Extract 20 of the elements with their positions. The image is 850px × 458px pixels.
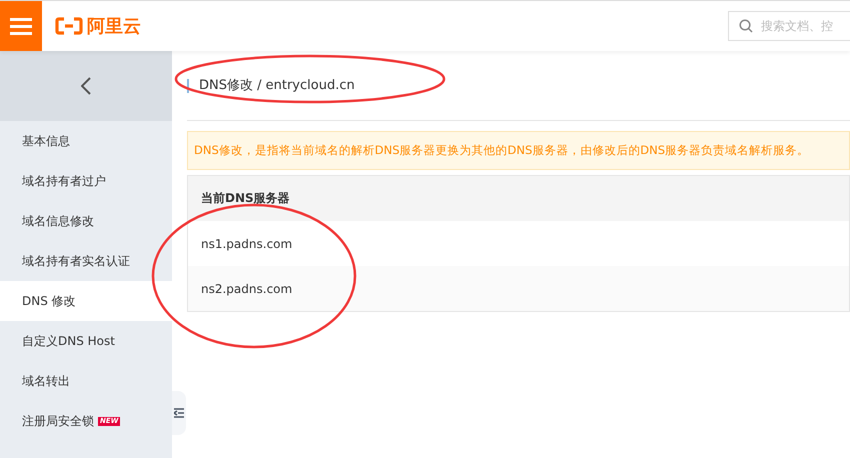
sidebar-item[interactable]: 域名持有者实名认证 bbox=[0, 241, 172, 281]
sidebar-item[interactable]: 域名转出 bbox=[0, 361, 172, 401]
sidebar-toggle-handle[interactable] bbox=[172, 391, 186, 435]
menu-button[interactable] bbox=[0, 0, 42, 50]
notice-text: DNS修改，是指将当前域名的解析DNS服务器更换为其他的DNS服务器，由修改后的DNS服务器负责域名解析服务。 bbox=[187, 131, 850, 170]
logo-text: 阿里云 bbox=[87, 15, 141, 38]
sidebar-item[interactable]: 域名信息修改 bbox=[0, 201, 172, 241]
table-cell: ns2.padns.com bbox=[188, 266, 849, 311]
sidebar-item[interactable]: 基本信息 bbox=[0, 121, 172, 161]
menu-icon bbox=[10, 16, 32, 34]
collapse-icon bbox=[174, 408, 184, 418]
sidebar-item[interactable]: 域名持有者过户 bbox=[0, 161, 172, 201]
search-field[interactable]: 搜索文档、控 bbox=[728, 11, 850, 41]
table-header: 当前DNS服务器 bbox=[188, 176, 849, 221]
breadcrumb: DNS修改 / entrycloud.cn bbox=[187, 78, 355, 92]
sidebar-item[interactable]: DNS 修改 bbox=[0, 281, 172, 321]
sidebar-item[interactable]: 自定义DNS Host bbox=[0, 321, 172, 361]
logo-icon bbox=[55, 17, 83, 35]
search-icon bbox=[739, 19, 753, 33]
chevron-left-icon bbox=[81, 77, 91, 95]
